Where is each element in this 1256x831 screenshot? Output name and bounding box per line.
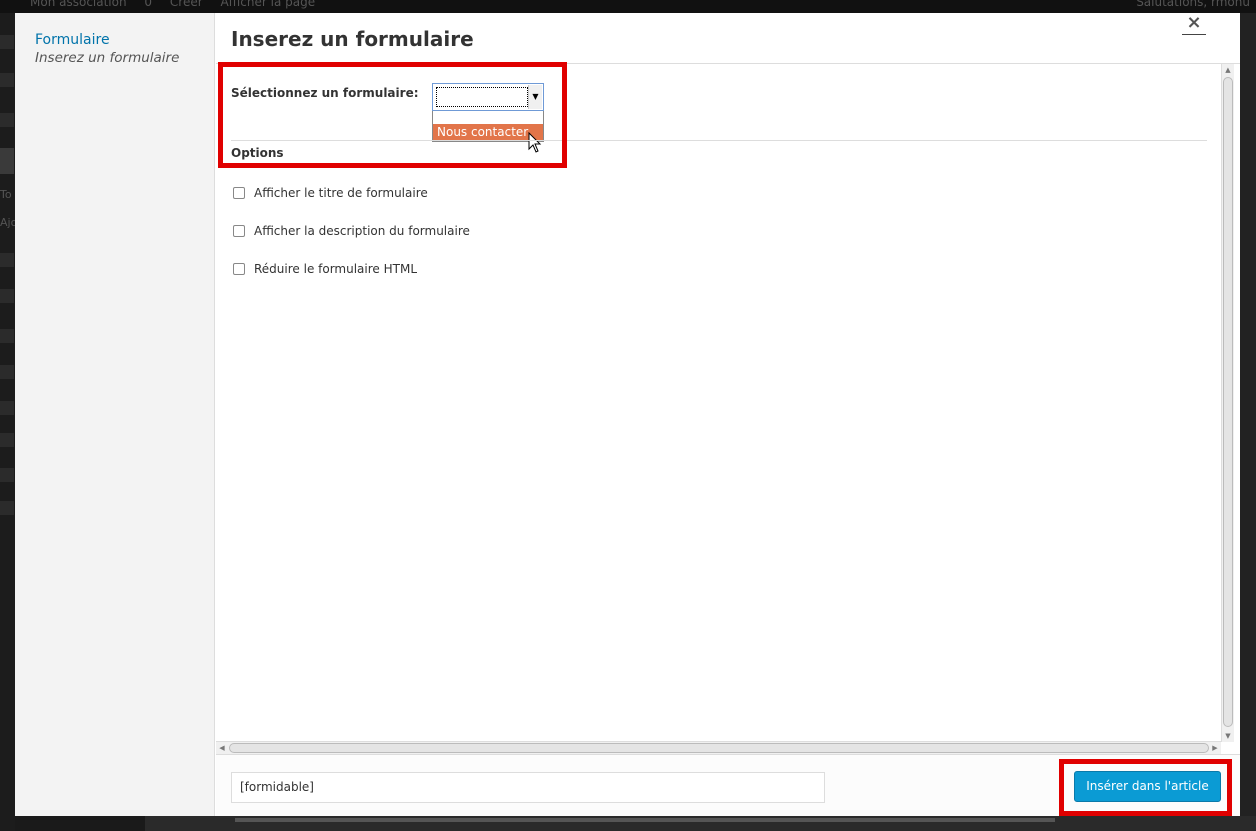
menu-text: To — [0, 188, 12, 201]
admin-bar: Mon association 0 Créer Afficher la page… — [0, 0, 1256, 13]
admin-bar-view: Afficher la page — [220, 0, 316, 9]
menu-icon — [0, 113, 14, 127]
annotation-highlight-insert — [1059, 759, 1232, 816]
menu-icon — [0, 148, 14, 174]
close-button[interactable]: × — [1182, 13, 1206, 35]
page-background — [145, 816, 1256, 831]
insert-form-modal: Formulaire Inserez un formulaire Inserez… — [15, 13, 1240, 816]
page-background — [1240, 13, 1256, 831]
menu-icon — [0, 289, 14, 303]
menu-icon — [0, 253, 14, 267]
menu-icon — [0, 329, 14, 343]
menu-text: Ajo — [0, 216, 15, 229]
sidebar-item-formulaire[interactable]: Formulaire — [35, 32, 110, 48]
admin-bar-new: Créer — [169, 0, 203, 9]
checkbox[interactable] — [233, 225, 245, 237]
scroll-down-icon[interactable]: ▼ — [1222, 730, 1234, 742]
checkbox-label: Afficher la description du formulaire — [254, 224, 470, 238]
close-icon: × — [1186, 12, 1202, 33]
menu-icon — [0, 468, 14, 482]
scroll-right-icon[interactable]: ▶ — [1209, 742, 1221, 754]
admin-bar-greeting: Salutations, rmonu — [1136, 0, 1250, 9]
admin-side-menu: To Ajo — [0, 13, 15, 831]
menu-icon — [0, 35, 14, 49]
checkbox[interactable] — [233, 263, 245, 275]
checkbox-label: Afficher le titre de formulaire — [254, 186, 428, 200]
modal-sidebar: Formulaire Inserez un formulaire — [15, 13, 215, 816]
menu-icon — [0, 401, 14, 415]
checkbox[interactable] — [233, 187, 245, 199]
scroll-up-icon[interactable]: ▲ — [1222, 64, 1234, 76]
menu-icon — [0, 433, 14, 447]
scrollbar-thumb[interactable] — [229, 743, 1209, 753]
menu-icon — [0, 501, 14, 515]
admin-bar-site: Mon association — [30, 0, 127, 9]
shortcode-field[interactable]: [formidable] — [231, 772, 825, 803]
annotation-highlight-select — [218, 62, 567, 168]
vertical-scrollbar[interactable]: ▲ ▼ — [1221, 64, 1234, 742]
scrollbar-thumb[interactable] — [1223, 77, 1233, 727]
scroll-left-icon[interactable]: ◀ — [216, 742, 228, 754]
menu-icon — [0, 73, 14, 87]
modal-title: Inserez un formulaire — [231, 27, 474, 51]
admin-bar-comments: 0 — [144, 0, 153, 9]
checkbox-label: Réduire le formulaire HTML — [254, 262, 418, 276]
menu-icon — [0, 365, 14, 379]
horizontal-scrollbar[interactable]: ◀ ▶ — [216, 741, 1221, 754]
sidebar-item-subtitle: Inserez un formulaire — [35, 50, 180, 66]
